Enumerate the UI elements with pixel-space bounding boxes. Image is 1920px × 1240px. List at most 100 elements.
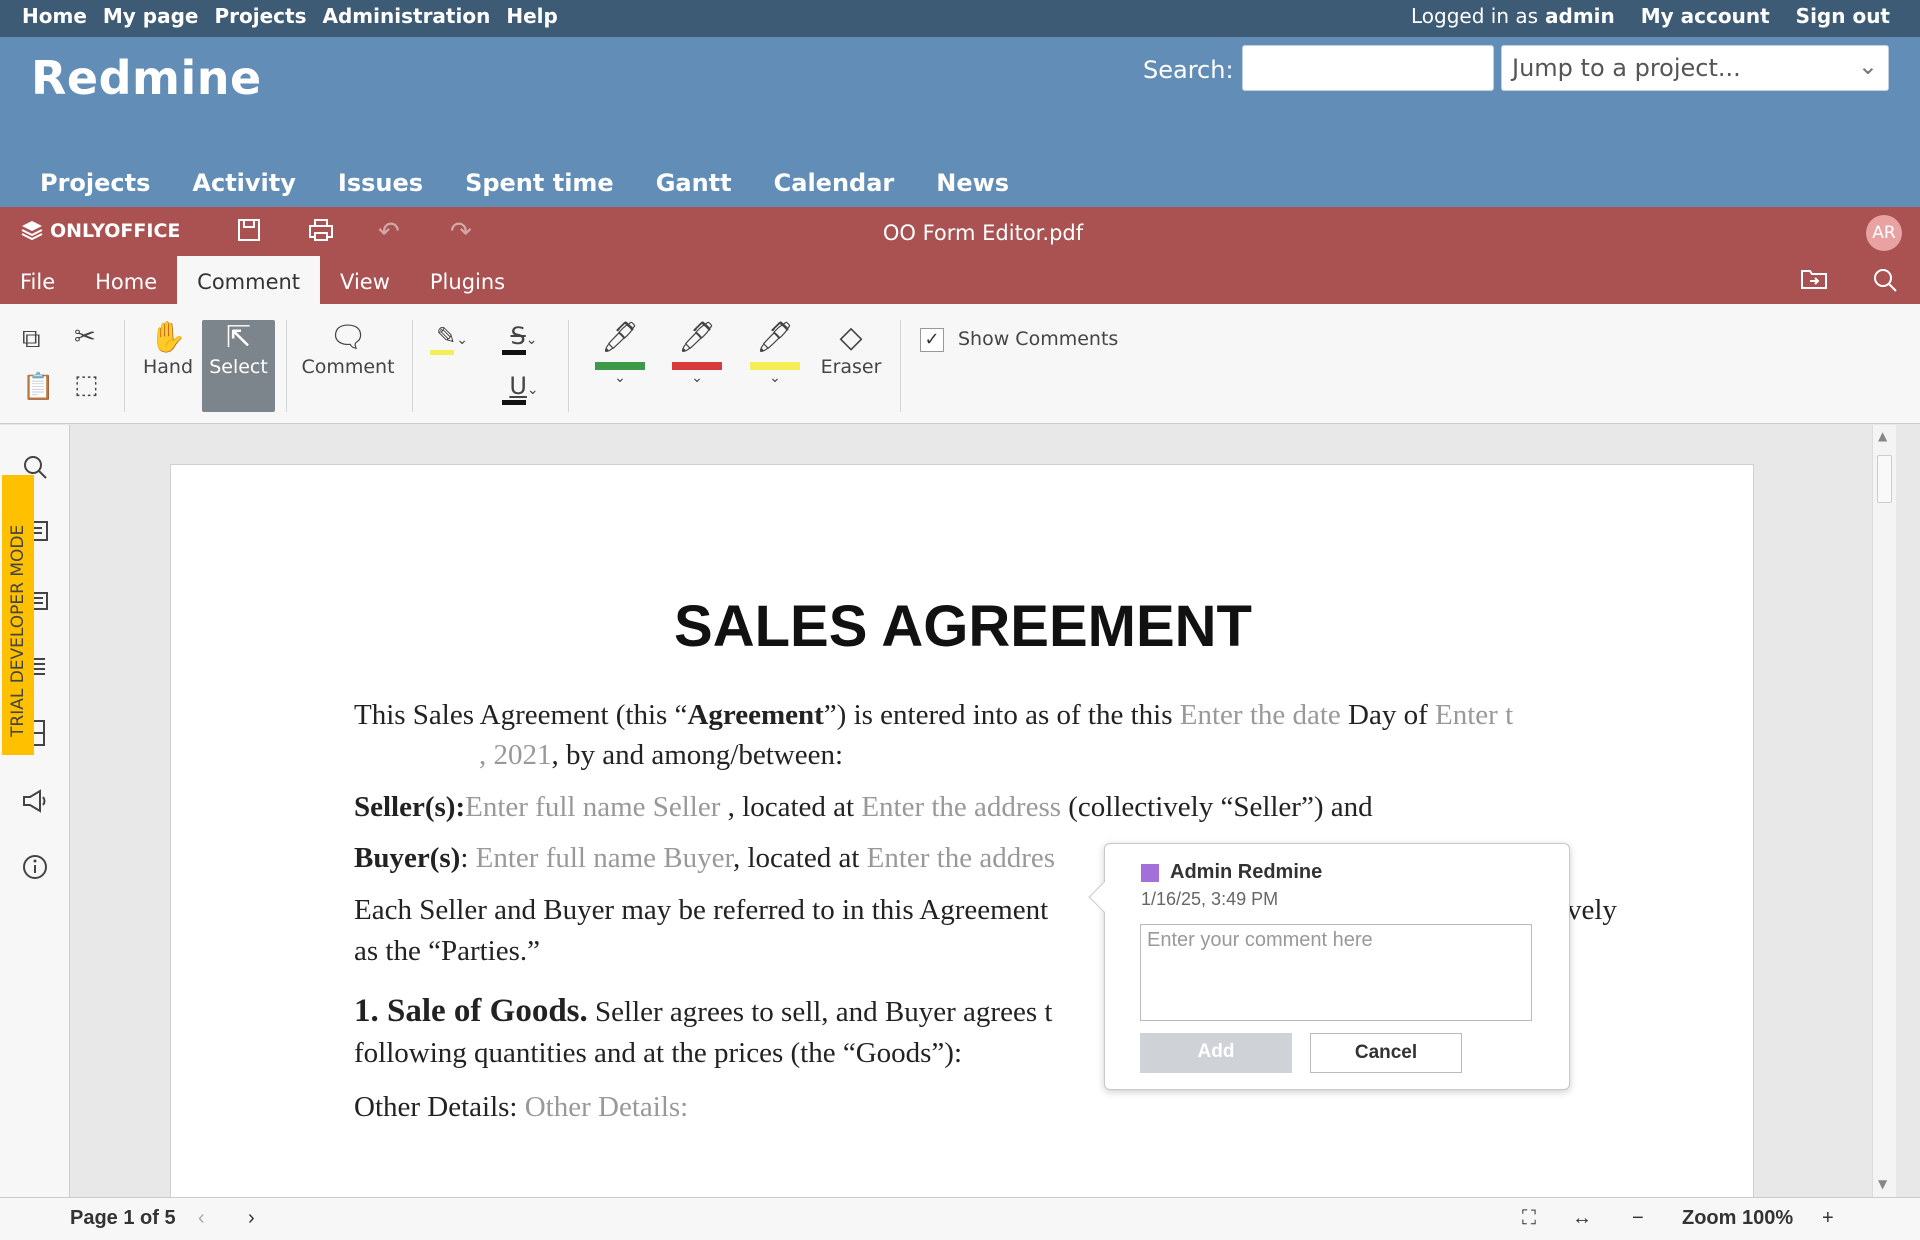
strikeout-icon: S: [510, 322, 526, 350]
strikeout-color-bar: [502, 350, 526, 355]
date-field[interactable]: Enter the date: [1180, 699, 1341, 731]
search-icon[interactable]: [1872, 267, 1898, 299]
top-link-administration[interactable]: Administration: [323, 4, 491, 28]
underline-button[interactable]: U⌄: [500, 372, 548, 405]
buyer-address-field[interactable]: Enter the addres: [867, 842, 1055, 874]
document-heading: SALES AGREEMENT: [674, 594, 1252, 659]
toolbar-separator: [412, 320, 413, 412]
text: :: [460, 842, 476, 874]
seller-line: Seller(s):Enter full name Seller , locat…: [354, 787, 1373, 828]
vertical-scrollbar[interactable]: ▲ ▼: [1872, 425, 1896, 1197]
sign-out-link[interactable]: Sign out: [1796, 4, 1890, 28]
add-comment-button[interactable]: 🗨 Comment: [300, 320, 396, 412]
scroll-up-icon[interactable]: ▲: [1878, 429, 1887, 443]
tab-comment[interactable]: Comment: [177, 256, 321, 304]
fit-width-icon[interactable]: ↔: [1572, 1207, 1592, 1230]
top-link-help[interactable]: Help: [506, 4, 557, 28]
text: ”) is entered into as of the this: [823, 699, 1180, 731]
pen-color-bar: [595, 362, 645, 370]
scroll-thumb[interactable]: [1877, 455, 1892, 503]
parties-line-2: as the “Parties.”: [354, 935, 541, 967]
buyer-name-field[interactable]: Enter full name Buyer: [476, 842, 733, 874]
status-bar: Page 1 of 5 ‹ › ⛶ ↔ − Zoom 100% +: [0, 1197, 1920, 1240]
eraser-icon: ◇: [839, 320, 863, 355]
year-field[interactable]: , 2021: [479, 739, 552, 771]
sale-of-goods-line-2: following quantities and at the prices (…: [354, 1037, 963, 1069]
cancel-comment-button[interactable]: Cancel: [1310, 1033, 1462, 1073]
comment-toolbar: ⧉ ✂ 📋 ⬚ ✋ Hand ⇱ Select 🗨 Comment ✎⌄ S⌄ …: [0, 304, 1920, 424]
pen-icon: 🖊: [677, 320, 717, 355]
month-field[interactable]: Enter t: [1435, 699, 1513, 731]
pen-red-button[interactable]: 🖊 ⌄: [667, 320, 727, 386]
comment-label: Comment: [301, 356, 395, 378]
tab-plugins[interactable]: Plugins: [410, 256, 525, 304]
zoom-in-icon[interactable]: +: [1822, 1207, 1834, 1230]
chevron-down-icon: ⌄: [525, 332, 538, 348]
user-avatar[interactable]: AR: [1866, 215, 1902, 251]
other-details-field[interactable]: Other Details:: [525, 1091, 688, 1123]
redmine-logo: Redmine: [31, 51, 262, 105]
menu-news[interactable]: News: [936, 169, 1009, 197]
previous-page-icon[interactable]: ‹: [198, 1207, 205, 1230]
pen-yellow-button[interactable]: 🖊 ⌄: [745, 320, 805, 386]
select-tool-button[interactable]: ⇱ Select: [202, 320, 275, 412]
tab-home[interactable]: Home: [75, 256, 177, 304]
text: , located at: [732, 842, 867, 874]
copy-icon[interactable]: ⧉: [22, 324, 41, 355]
menu-projects[interactable]: Projects: [40, 169, 150, 197]
paste-icon[interactable]: 📋: [22, 372, 54, 402]
info-icon[interactable]: [18, 853, 52, 888]
text: , by and among/between:: [551, 739, 844, 771]
intro-line-1: This Sales Agreement (this “Agreement”) …: [354, 695, 1513, 736]
pen-green-button[interactable]: 🖊 ⌄: [590, 320, 650, 386]
tab-file[interactable]: File: [0, 256, 75, 304]
top-link-my-page[interactable]: My page: [103, 4, 199, 28]
open-file-location-icon[interactable]: [1800, 267, 1828, 297]
feedback-icon[interactable]: [18, 787, 52, 822]
page-info[interactable]: Page 1 of 5: [70, 1207, 176, 1230]
menu-issues[interactable]: Issues: [338, 169, 423, 197]
comment-icon: 🗨: [328, 320, 368, 355]
other-details-label: Other Details:: [354, 1091, 525, 1123]
cut-icon[interactable]: ✂: [74, 322, 96, 352]
strikeout-button[interactable]: S⌄: [500, 322, 548, 355]
pen-icon: 🖊: [755, 320, 795, 355]
menu-calendar[interactable]: Calendar: [774, 169, 895, 197]
top-link-projects[interactable]: Projects: [215, 4, 307, 28]
underline-icon: U: [509, 372, 527, 400]
select-all-icon[interactable]: ⬚: [74, 370, 99, 400]
seller-address-field[interactable]: Enter the address: [861, 791, 1061, 823]
toolbar-separator: [124, 320, 125, 412]
text: , located at: [720, 791, 862, 823]
intro-line-2: , 2021, by and among/between:: [479, 735, 843, 776]
cursor-icon: ⇱: [225, 320, 252, 355]
next-page-icon[interactable]: ›: [248, 1207, 255, 1230]
redmine-top-menu: Home My page Projects Administration Hel…: [0, 0, 1920, 37]
menu-gantt[interactable]: Gantt: [656, 169, 732, 197]
tab-view[interactable]: View: [320, 256, 410, 304]
highlight-button[interactable]: ✎⌄: [428, 322, 476, 355]
search-input[interactable]: [1242, 45, 1494, 91]
my-account-link[interactable]: My account: [1641, 4, 1770, 28]
eraser-label: Eraser: [820, 356, 882, 378]
hand-icon: ✋: [149, 320, 187, 355]
eraser-button[interactable]: ◇ Eraser: [818, 320, 884, 412]
menu-activity[interactable]: Activity: [192, 169, 296, 197]
top-link-home[interactable]: Home: [22, 4, 87, 28]
chevron-down-icon: ⌄: [456, 332, 468, 348]
comment-textarea[interactable]: [1140, 924, 1532, 1021]
jump-to-project-select[interactable]: Jump to a project... ⌄: [1501, 45, 1889, 91]
text: Each Seller and Buyer may be referred to…: [354, 894, 1049, 926]
menu-spent-time[interactable]: Spent time: [465, 169, 614, 197]
zoom-out-icon[interactable]: −: [1632, 1207, 1644, 1230]
scroll-down-icon[interactable]: ▼: [1878, 1177, 1887, 1191]
show-comments-checkbox[interactable]: ✓: [920, 328, 944, 352]
parties-line-1-tail: vely: [1567, 894, 1617, 926]
zoom-level[interactable]: Zoom 100%: [1682, 1207, 1793, 1230]
fit-page-icon[interactable]: ⛶: [1522, 1207, 1536, 1230]
seller-name-field[interactable]: Enter full name Seller: [465, 791, 720, 823]
logged-in-user[interactable]: admin: [1545, 4, 1615, 28]
add-comment-submit-button[interactable]: Add: [1140, 1033, 1292, 1073]
hand-tool-button[interactable]: ✋ Hand: [140, 320, 196, 412]
chevron-down-icon: ⌄: [526, 382, 539, 398]
